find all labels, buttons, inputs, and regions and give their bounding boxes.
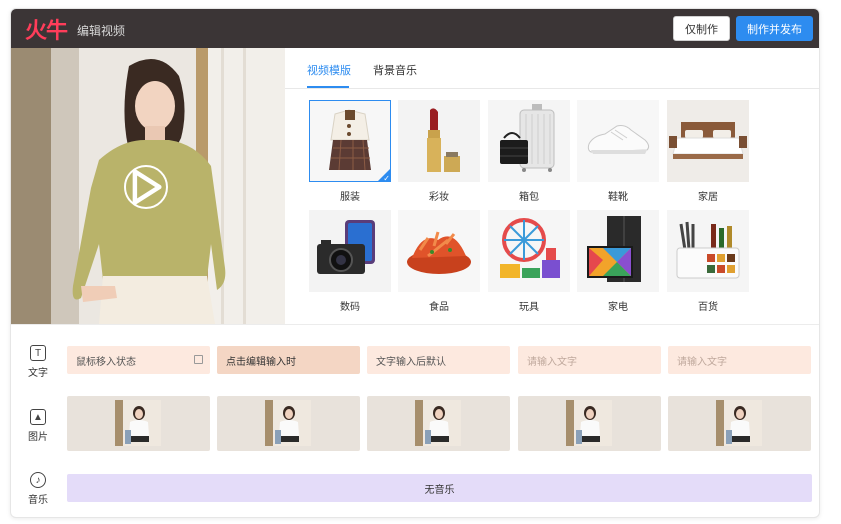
play-icon bbox=[132, 169, 162, 205]
kitchen-rack-icon bbox=[667, 210, 749, 292]
category-digital[interactable]: 数码 bbox=[309, 210, 391, 313]
image-slot[interactable] bbox=[67, 396, 210, 451]
video-preview[interactable] bbox=[11, 48, 285, 324]
luggage-icon bbox=[488, 100, 570, 182]
music-track-bar[interactable]: 无音乐 bbox=[67, 474, 812, 502]
category-label: 数码 bbox=[340, 302, 360, 313]
image-thumbnail bbox=[716, 400, 762, 446]
top-bar: 火牛 编辑视频 仅制作 制作并发布 bbox=[11, 9, 819, 48]
check-icon: ✓ bbox=[383, 174, 390, 182]
text-input-value: 鼠标移入状态 bbox=[76, 356, 136, 368]
edit-icon[interactable] bbox=[194, 355, 203, 364]
editor-window: 火牛 编辑视频 仅制作 制作并发布 视频模版 背景音乐 ✓ 服装 彩妆 箱包 鞋… bbox=[10, 8, 820, 518]
category-label: 服装 bbox=[340, 192, 360, 203]
snack-icon bbox=[398, 210, 480, 292]
camera-icon bbox=[309, 210, 391, 292]
image-row-header: ▲ 图片 bbox=[25, 409, 51, 443]
category-general-goods[interactable]: 百货 bbox=[667, 210, 749, 313]
image-row-label: 图片 bbox=[28, 432, 48, 443]
category-makeup[interactable]: 彩妆 bbox=[398, 100, 480, 203]
lipstick-icon bbox=[398, 100, 480, 182]
category-label: 家电 bbox=[608, 302, 628, 313]
active-tab-indicator bbox=[307, 86, 349, 88]
sneaker-icon bbox=[577, 100, 659, 182]
image-icon: ▲ bbox=[30, 409, 46, 425]
text-input-empty[interactable]: 请输入文字 bbox=[518, 346, 661, 374]
text-input-empty[interactable]: 请输入文字 bbox=[668, 346, 811, 374]
category-home[interactable]: 家居 bbox=[667, 100, 749, 203]
category-bags[interactable]: 箱包 bbox=[488, 100, 570, 203]
text-input-placeholder: 请输入文字 bbox=[527, 356, 577, 368]
image-thumbnail bbox=[115, 400, 161, 446]
image-thumbnail bbox=[265, 400, 311, 446]
image-thumbnail bbox=[566, 400, 612, 446]
image-slot[interactable] bbox=[668, 396, 811, 451]
text-input-value: 点击编辑输入时 bbox=[226, 356, 296, 368]
tv-icon bbox=[577, 210, 659, 292]
make-and-publish-button[interactable]: 制作并发布 bbox=[736, 16, 813, 41]
section-divider bbox=[11, 324, 819, 325]
make-only-button[interactable]: 仅制作 bbox=[673, 16, 730, 41]
music-row-label: 音乐 bbox=[28, 495, 48, 506]
category-label: 玩具 bbox=[519, 302, 539, 313]
category-label: 食品 bbox=[429, 302, 449, 313]
tab-video-template[interactable]: 视频模版 bbox=[307, 62, 351, 78]
category-label: 彩妆 bbox=[429, 192, 449, 203]
page-title: 编辑视频 bbox=[77, 23, 126, 38]
category-food[interactable]: 食品 bbox=[398, 210, 480, 313]
category-label: 鞋靴 bbox=[608, 192, 628, 203]
panel-tabs: 视频模版 背景音乐 bbox=[285, 48, 819, 89]
category-appliances[interactable]: 家电 bbox=[577, 210, 659, 313]
category-label: 家居 bbox=[698, 192, 718, 203]
text-input-value: 文字输入后默认 bbox=[376, 356, 446, 368]
image-slot[interactable] bbox=[217, 396, 360, 451]
text-icon: T bbox=[30, 345, 46, 361]
text-input-filled[interactable]: 文字输入后默认 bbox=[367, 346, 510, 374]
image-thumbnail bbox=[415, 400, 461, 446]
image-slot[interactable] bbox=[518, 396, 661, 451]
play-button[interactable] bbox=[124, 165, 168, 209]
category-shoes[interactable]: 鞋靴 bbox=[577, 100, 659, 203]
category-toys[interactable]: 玩具 bbox=[488, 210, 570, 313]
music-row-header: ♪ 音乐 bbox=[25, 472, 51, 506]
image-slot[interactable] bbox=[367, 396, 510, 451]
toy-icon bbox=[488, 210, 570, 292]
text-row-header: T 文字 bbox=[25, 345, 51, 379]
category-clothing[interactable]: ✓ 服装 bbox=[309, 100, 391, 203]
text-input-editing[interactable]: 点击编辑输入时 bbox=[217, 346, 360, 374]
brand-logo: 火牛 bbox=[25, 18, 68, 44]
text-row-label: 文字 bbox=[28, 368, 48, 379]
text-input-hover[interactable]: 鼠标移入状态 bbox=[67, 346, 210, 374]
template-panel: 视频模版 背景音乐 ✓ 服装 彩妆 箱包 鞋靴 家居 数码 食品 玩具 家电 百… bbox=[285, 48, 819, 324]
music-note-icon: ♪ bbox=[30, 472, 46, 488]
text-input-placeholder: 请输入文字 bbox=[677, 356, 727, 368]
music-track-text: 无音乐 bbox=[424, 484, 455, 496]
category-label: 百货 bbox=[698, 302, 718, 313]
bed-icon bbox=[667, 100, 749, 182]
tab-background-music[interactable]: 背景音乐 bbox=[373, 62, 417, 78]
category-label: 箱包 bbox=[519, 192, 539, 203]
